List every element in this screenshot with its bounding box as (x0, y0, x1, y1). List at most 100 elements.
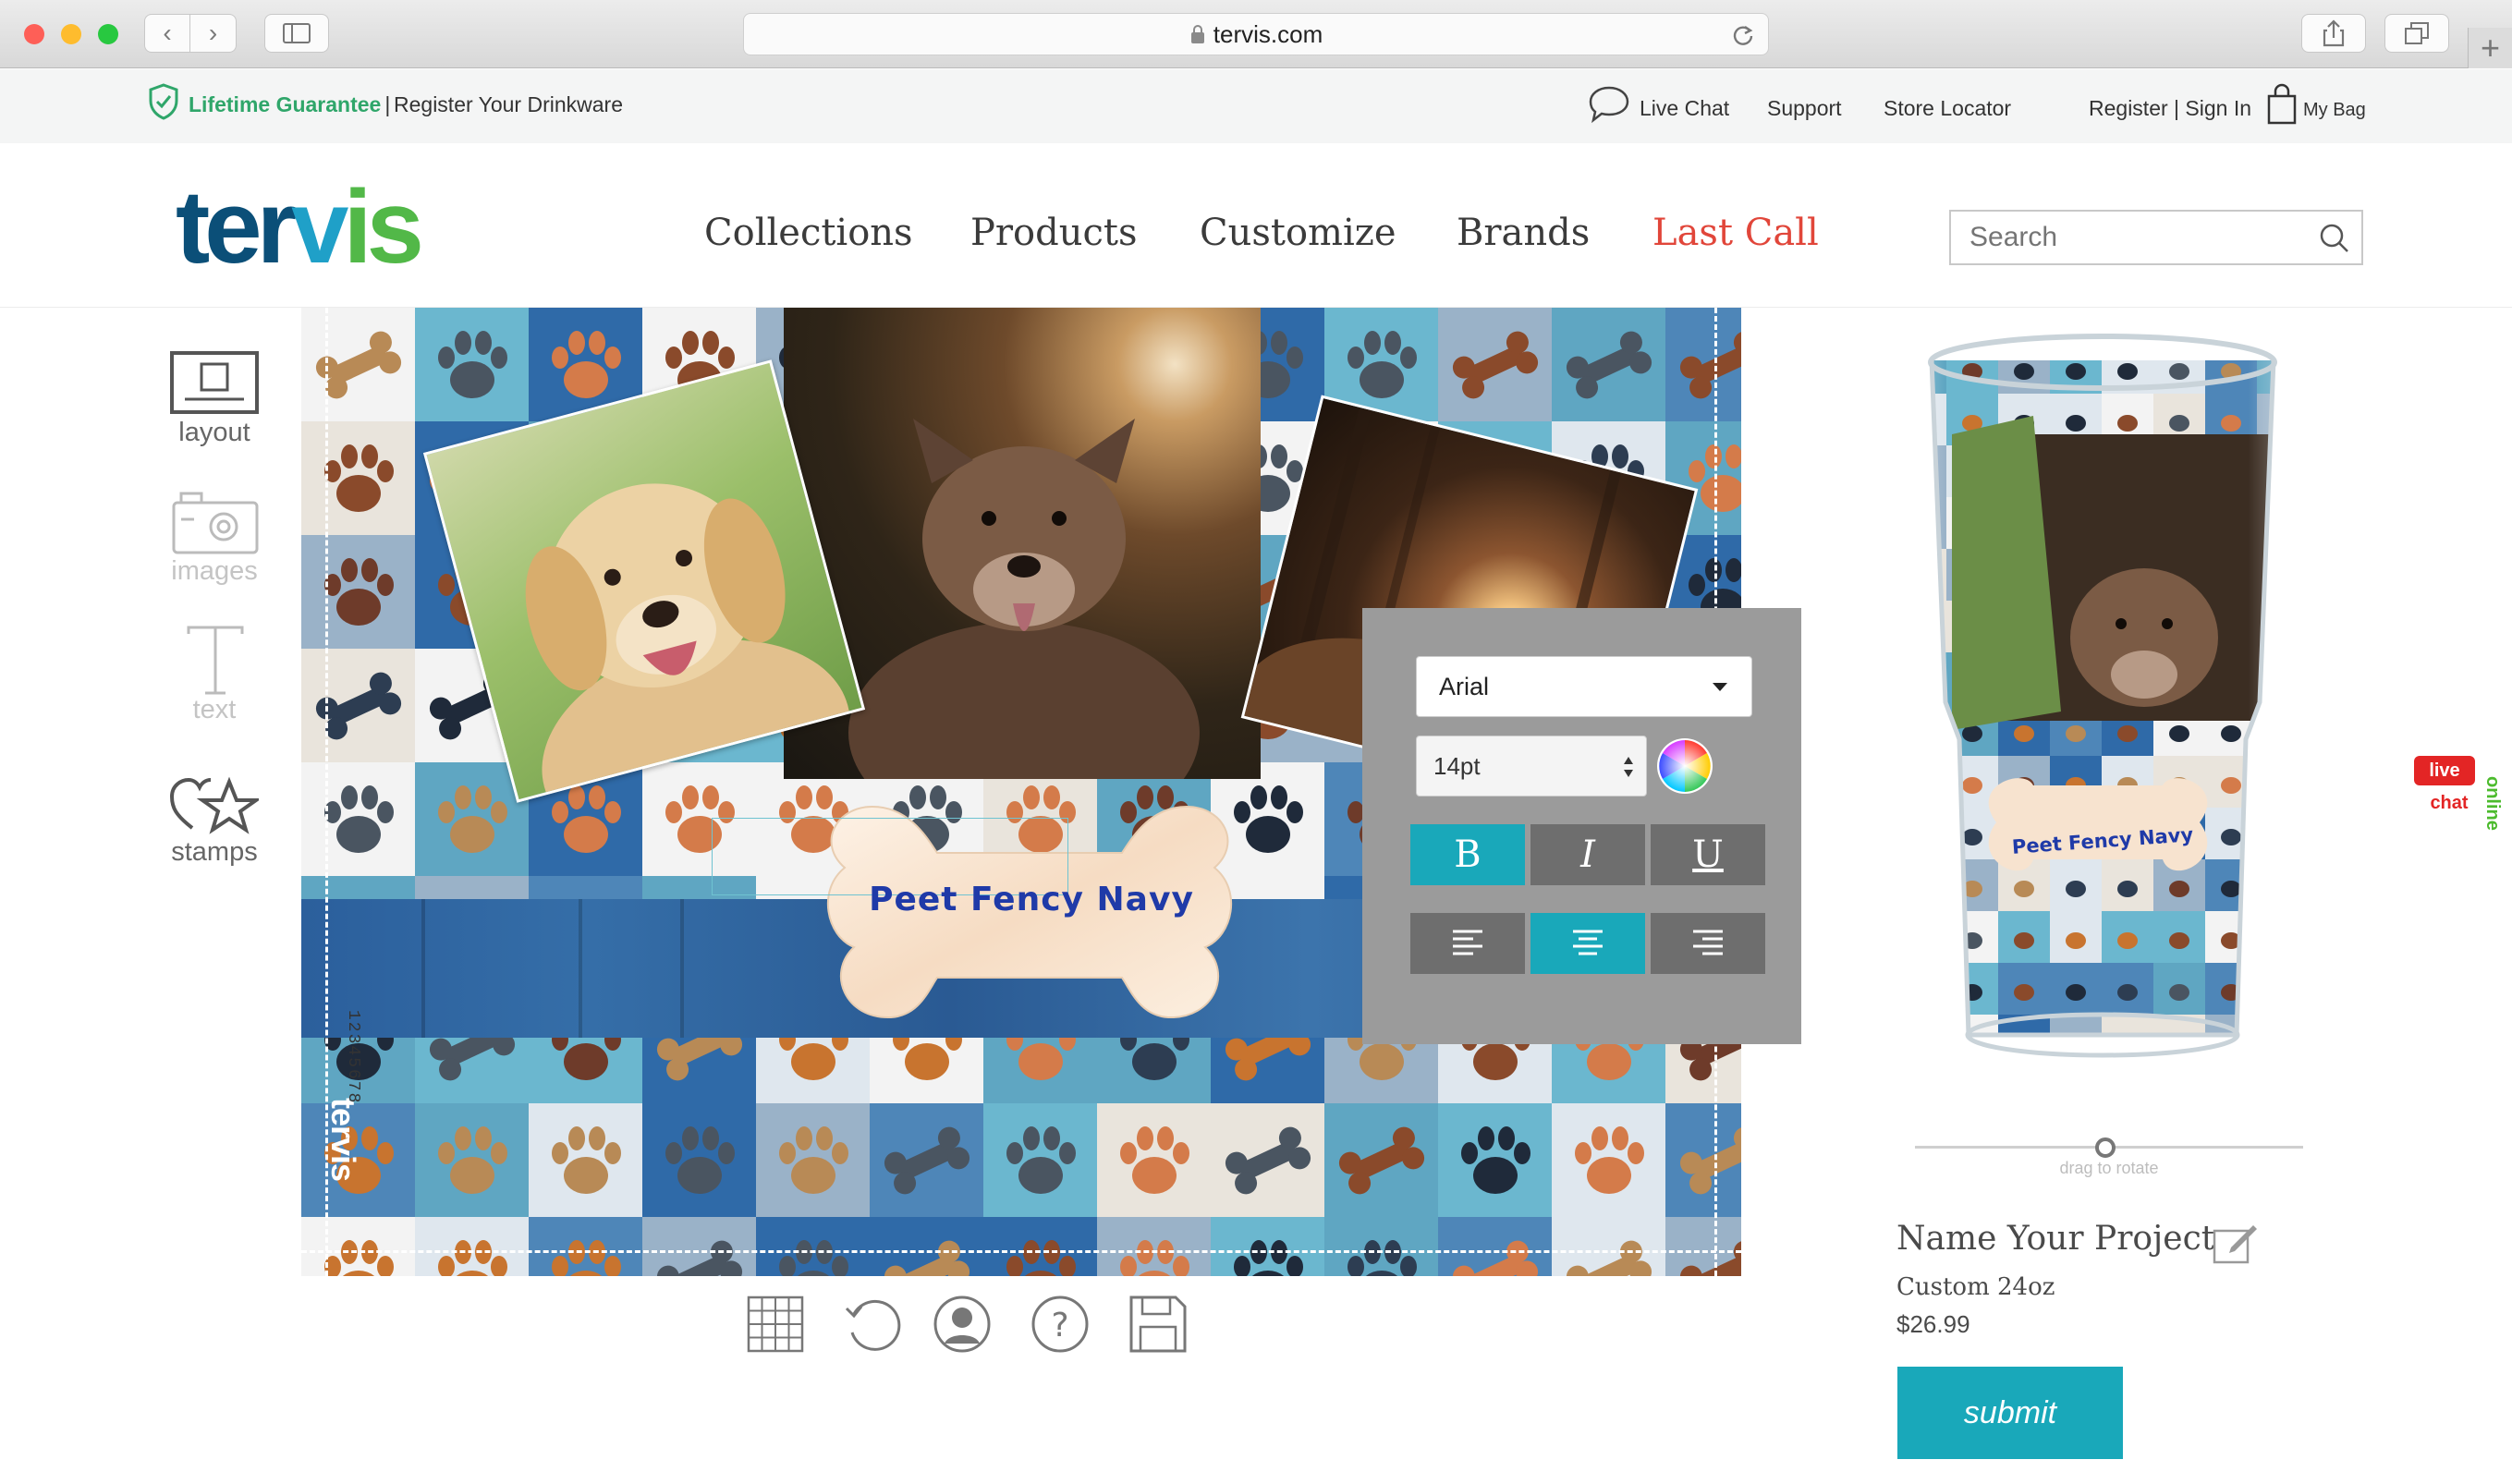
search-input[interactable] (1951, 212, 2302, 263)
bone-icon (1566, 331, 1652, 399)
sidebar-toggle-button[interactable] (264, 14, 329, 53)
tumbler-preview[interactable] (1895, 305, 2311, 1072)
tumbler-pattern-tile (1932, 963, 1946, 1015)
close-window-button[interactable] (24, 24, 44, 44)
bone-icon (1452, 331, 1539, 399)
paw-print-icon (438, 1126, 507, 1194)
project-title[interactable]: Name Your Project (1896, 1220, 2214, 1258)
my-bag-link[interactable]: My Bag (2303, 100, 2366, 121)
tumbler-paw-mark (1910, 518, 1931, 535)
reload-icon[interactable] (1731, 23, 1755, 47)
bone-icon (1225, 1126, 1311, 1195)
tumbler-paw-mark (2117, 1036, 2138, 1052)
tool-text-label[interactable]: text (154, 695, 274, 725)
layout-icon[interactable] (170, 351, 259, 414)
italic-button[interactable]: I (1530, 824, 1645, 885)
save-icon[interactable] (1129, 1295, 1187, 1353)
bold-button[interactable]: B (1410, 824, 1525, 885)
help-icon[interactable]: ? (1031, 1295, 1089, 1353)
tumbler-paw-mark (2066, 1036, 2086, 1052)
paw-print-icon (552, 1126, 621, 1194)
nav-collections[interactable]: Collections (704, 212, 913, 254)
pattern-tile (1665, 1217, 1741, 1276)
pattern-tile (415, 1217, 529, 1276)
search-icon[interactable] (2319, 223, 2350, 254)
pattern-tile (1438, 1217, 1552, 1276)
undo-icon[interactable] (843, 1295, 902, 1353)
pattern-tile (529, 1103, 642, 1217)
submit-button[interactable]: submit (1897, 1367, 2123, 1459)
font-family-select[interactable]: Arial (1416, 656, 1752, 717)
lifetime-guarantee-link[interactable]: Lifetime Guarantee (189, 92, 381, 117)
pattern-tile (415, 1103, 529, 1217)
address-bar[interactable]: tervis.com (743, 13, 1769, 55)
live-chat-link[interactable]: Live Chat (1640, 96, 1729, 121)
caret-down-icon (1713, 683, 1727, 691)
pattern-tile (301, 649, 415, 762)
new-tab-button[interactable]: + (2468, 28, 2512, 68)
live-chat-badge[interactable]: live (2414, 756, 2475, 785)
font-size-select[interactable]: 14pt (1416, 736, 1647, 797)
pattern-tile (301, 308, 415, 421)
nav-last-call[interactable]: Last Call (1652, 212, 1819, 254)
tervis-logo[interactable]: tervis (176, 181, 481, 274)
underline-button[interactable]: U (1651, 824, 1765, 885)
pattern-tile (1665, 308, 1741, 421)
store-locator-link[interactable]: Store Locator (1884, 96, 2011, 121)
canvas-name-text[interactable]: Peet Fency Navy (808, 881, 1255, 918)
tumbler-pattern-tile (1932, 652, 1946, 704)
tumbler-pattern-tile (2257, 652, 2274, 704)
tumbler-paw-mark (1910, 1036, 1931, 1052)
shopping-bag-icon[interactable] (2266, 83, 2298, 126)
register-drinkware-link[interactable]: Register Your Drinkware (394, 92, 623, 117)
paw-print-icon (779, 1240, 848, 1276)
share-button[interactable] (2301, 14, 2366, 53)
pattern-tile (983, 1217, 1097, 1276)
minimize-window-button[interactable] (61, 24, 81, 44)
grid-icon[interactable] (747, 1295, 804, 1353)
register-sign-in-link[interactable]: Register | Sign In (2089, 96, 2251, 121)
bone-icon (1566, 1240, 1652, 1276)
lock-icon (1190, 25, 1204, 43)
rotate-slider-knob[interactable] (2095, 1137, 2116, 1158)
tool-stamps-label[interactable]: stamps (154, 837, 274, 868)
bone-icon (884, 1126, 970, 1195)
nav-products[interactable]: Products (970, 212, 1138, 254)
nav-brands[interactable]: Brands (1457, 212, 1590, 254)
support-link[interactable]: Support (1767, 96, 1842, 121)
pattern-tile (301, 421, 415, 535)
camera-icon[interactable] (172, 492, 259, 554)
back-button[interactable]: ‹ (144, 14, 190, 53)
align-left-button[interactable] (1410, 913, 1525, 974)
user-profile-icon[interactable] (933, 1295, 991, 1353)
paw-print-icon (1006, 1240, 1076, 1276)
svg-text:?: ? (1051, 1307, 1068, 1344)
pattern-tile (529, 1217, 642, 1276)
edit-icon[interactable] (2213, 1222, 2259, 1264)
bone-icon (1338, 1126, 1425, 1195)
align-center-button[interactable] (1530, 913, 1645, 974)
bone-icon (884, 1240, 970, 1276)
font-family-value: Arial (1439, 672, 1490, 700)
paw-print-icon (438, 331, 507, 398)
nav-customize[interactable]: Customize (1200, 212, 1396, 254)
tumbler-paw-mark (1910, 363, 1931, 380)
text-tool-icon[interactable] (185, 625, 246, 697)
tool-layout-label[interactable]: layout (154, 418, 274, 448)
align-right-button[interactable] (1651, 913, 1765, 974)
tabs-icon (2405, 22, 2429, 44)
tumbler-pattern-tile (2257, 1015, 2274, 1035)
tabs-overview-button[interactable] (2384, 14, 2449, 53)
pattern-tile (983, 1103, 1097, 1217)
online-status: online (2482, 776, 2503, 831)
heart-star-icon[interactable] (170, 774, 259, 835)
tumbler-paw-mark (1910, 932, 1931, 949)
tool-images-label[interactable]: images (154, 556, 274, 587)
live-chat-sub[interactable]: chat (2421, 793, 2477, 814)
paw-print-icon (1461, 1126, 1530, 1194)
zoom-window-button[interactable] (98, 24, 118, 44)
color-wheel-icon[interactable] (1656, 737, 1713, 795)
tumbler-paw-mark (2273, 725, 2274, 742)
forward-button[interactable]: › (190, 14, 237, 53)
tumbler-pattern-tile (2257, 756, 2274, 808)
